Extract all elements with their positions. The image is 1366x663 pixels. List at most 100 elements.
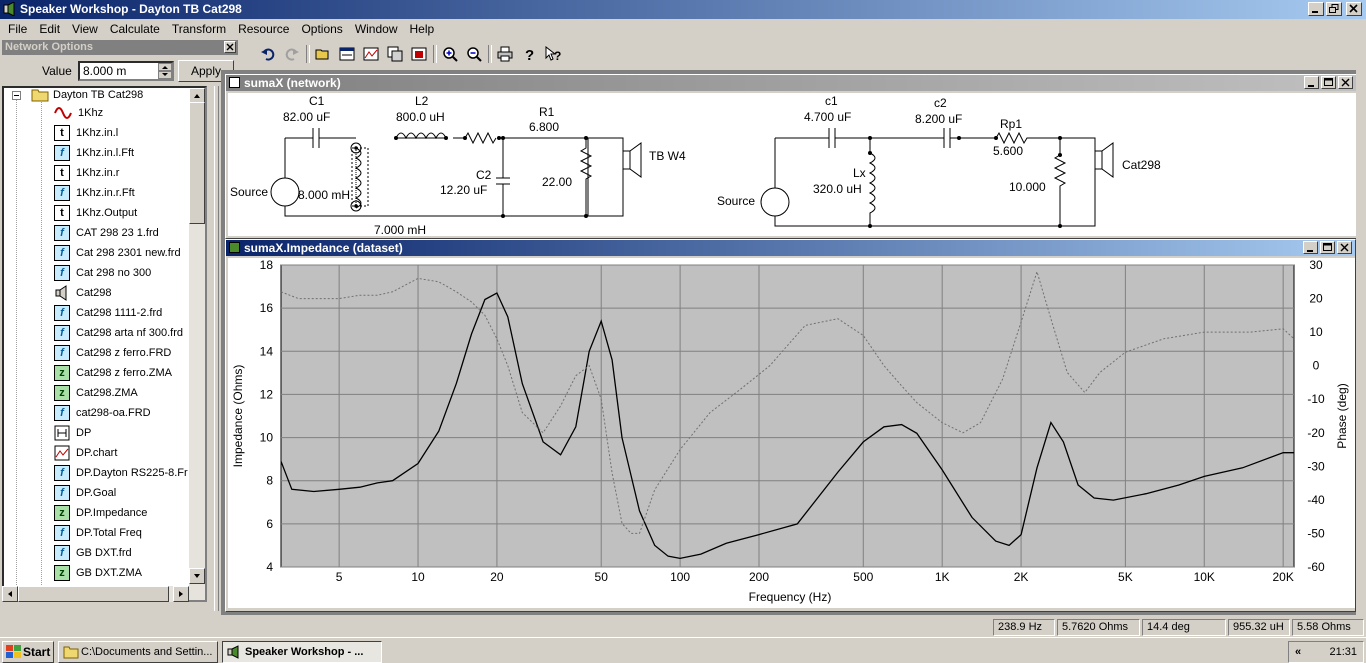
tree-item[interactable]: f CAT 298 23 1.frd bbox=[54, 224, 159, 242]
x-tick-label: 5 bbox=[336, 570, 343, 584]
tree-item-label: DP.chart bbox=[76, 447, 118, 459]
hscroll-thumb[interactable] bbox=[18, 586, 169, 602]
help-button[interactable]: ? bbox=[517, 43, 540, 65]
menu-view[interactable]: View bbox=[66, 22, 104, 36]
start-button[interactable]: Start bbox=[2, 641, 54, 663]
tree-item[interactable]: 1Khz bbox=[54, 104, 103, 122]
network-options-close-button[interactable] bbox=[224, 41, 236, 53]
tree-item-label: Cat298.ZMA bbox=[76, 387, 138, 399]
scroll-right-button[interactable] bbox=[173, 586, 189, 602]
chart-minimize-button[interactable] bbox=[1303, 241, 1318, 254]
tree-item[interactable]: f cat298-oa.FRD bbox=[54, 404, 151, 422]
undo-button[interactable] bbox=[256, 43, 279, 65]
menu-file[interactable]: File bbox=[2, 22, 33, 36]
svg-text:?: ? bbox=[525, 47, 534, 62]
impedance-chart-window: sumaX.Impedance (dataset) 5 10 20 50 100 200 5… bbox=[225, 239, 1356, 612]
right-c2-name: c2 bbox=[934, 96, 947, 110]
menu-transform[interactable]: Transform bbox=[166, 22, 232, 36]
tree-vertical-scrollbar[interactable] bbox=[189, 88, 205, 600]
restore-button[interactable] bbox=[1326, 2, 1342, 16]
tree-item[interactable]: f GB DXT.frd bbox=[54, 544, 132, 562]
impedance-chart[interactable]: 5 10 20 50 100 200 500 1K 2K 5K 10K 20K 46810121416… bbox=[228, 258, 1355, 608]
tree-item[interactable]: z Cat298.ZMA bbox=[54, 384, 138, 402]
right-lx-value: 320.0 uH bbox=[813, 182, 862, 196]
chart-maximize-button[interactable] bbox=[1320, 241, 1335, 254]
network-maximize-button[interactable] bbox=[1321, 76, 1336, 89]
plot-area bbox=[280, 264, 1295, 568]
tree-item[interactable]: f DP.Total Freq bbox=[54, 524, 142, 542]
network-close-button[interactable] bbox=[1338, 76, 1353, 89]
menu-options[interactable]: Options bbox=[295, 22, 348, 36]
taskbar-speaker-workshop-label: Speaker Workshop - ... bbox=[245, 646, 364, 658]
zoom-in-button[interactable] bbox=[438, 43, 461, 65]
network-minimize-button[interactable] bbox=[1304, 76, 1319, 89]
tree-item[interactable]: f DP.Dayton RS225-8.Fr bbox=[54, 464, 188, 482]
tree-item-label: Cat298 1111-2.frd bbox=[76, 307, 163, 319]
y-tick-label: 14 bbox=[260, 344, 274, 358]
network-view-button[interactable] bbox=[335, 43, 358, 65]
tree-item[interactable]: f 1Khz.in.l.Fft bbox=[54, 144, 134, 162]
menu-help[interactable]: Help bbox=[404, 22, 441, 36]
tree-item[interactable]: DP.chart bbox=[54, 444, 117, 462]
scroll-thumb[interactable] bbox=[189, 102, 205, 224]
tree-horizontal-scrollbar[interactable] bbox=[2, 586, 189, 602]
value-input[interactable]: 8.000 m bbox=[78, 61, 174, 81]
right-source-label: Source bbox=[717, 194, 755, 208]
tree-item[interactable]: t 1Khz.Output bbox=[54, 204, 137, 222]
menu-resource[interactable]: Resource bbox=[232, 22, 295, 36]
status-impedance: 5.7620 Ohms bbox=[1057, 619, 1140, 636]
tree-item[interactable]: DP bbox=[54, 424, 91, 442]
chart-window-titlebar[interactable]: sumaX.Impedance (dataset) bbox=[226, 240, 1355, 256]
open-button[interactable] bbox=[311, 43, 334, 65]
x-tick-label: 20 bbox=[490, 570, 504, 584]
network-window-titlebar[interactable]: sumaX (network) bbox=[226, 75, 1356, 91]
tree-item[interactable]: t 1Khz.in.r bbox=[54, 164, 119, 182]
copy-view-button[interactable] bbox=[383, 43, 406, 65]
spinner-icon[interactable] bbox=[158, 63, 172, 79]
tree-item[interactable]: z Cat298 z ferro.ZMA bbox=[54, 364, 172, 382]
tree-item-label: Cat298 z ferro.FRD bbox=[76, 347, 172, 359]
context-help-button[interactable]: ? bbox=[541, 43, 564, 65]
tree-item[interactable]: f Cat298 1111-2.frd bbox=[54, 304, 162, 322]
tree-item[interactable]: z DP.Impedance bbox=[54, 504, 147, 522]
taskbar-speaker-workshop[interactable]: Speaker Workshop - ... bbox=[222, 641, 382, 663]
menu-calculate[interactable]: Calculate bbox=[104, 22, 166, 36]
speaker-icon bbox=[227, 645, 239, 659]
tree-item[interactable]: f Cat298 z ferro.FRD bbox=[54, 344, 171, 362]
chart-close-button[interactable] bbox=[1337, 241, 1352, 254]
folder-icon bbox=[63, 646, 79, 659]
tree-item[interactable]: f DP.Goal bbox=[54, 484, 116, 502]
undo-icon bbox=[260, 48, 274, 61]
redo-button[interactable] bbox=[280, 43, 303, 65]
taskbar: Start C:\Documents and Settin... Speaker… bbox=[0, 637, 1366, 663]
minimize-button[interactable] bbox=[1308, 2, 1324, 16]
close-button[interactable] bbox=[1346, 2, 1362, 16]
network-window: sumaX (network) C1 82.00 uF L2 800.0 uH … bbox=[225, 74, 1357, 239]
tree-item[interactable]: Cat298 bbox=[54, 284, 111, 302]
chart-view-button[interactable] bbox=[359, 43, 382, 65]
menu-edit[interactable]: Edit bbox=[33, 22, 66, 36]
zoom-out-icon bbox=[466, 47, 482, 62]
mdi-scrollbar[interactable] bbox=[1356, 70, 1366, 615]
tree-item[interactable]: f Cat 298 no 300 bbox=[54, 264, 151, 282]
collapse-icon[interactable] bbox=[12, 90, 21, 100]
tray-expand-icon[interactable]: « bbox=[1295, 642, 1301, 662]
taskbar-explorer[interactable]: C:\Documents and Settin... bbox=[58, 641, 218, 663]
impedance-file-icon: z bbox=[54, 505, 70, 521]
delete-button[interactable] bbox=[407, 43, 430, 65]
print-button[interactable] bbox=[493, 43, 516, 65]
zoom-out-button[interactable] bbox=[462, 43, 485, 65]
tree-item[interactable]: z GB DXT.ZMA bbox=[54, 564, 142, 582]
tree-item-label: DP bbox=[76, 427, 92, 439]
scroll-down-button[interactable] bbox=[189, 568, 205, 584]
x-tick-label: 10 bbox=[411, 570, 425, 584]
scroll-left-button[interactable] bbox=[2, 586, 18, 602]
tree-item[interactable]: t 1Khz.in.l bbox=[54, 124, 118, 142]
tree-item[interactable]: f 1Khz.in.r.Fft bbox=[54, 184, 135, 202]
tree-item[interactable]: f Cat 298 2301 new.frd bbox=[54, 244, 181, 262]
menu-window[interactable]: Window bbox=[349, 22, 404, 36]
tree-item[interactable]: f Cat298 arta nf 300.frd bbox=[54, 324, 183, 342]
right-lx-name: Lx bbox=[853, 166, 866, 180]
tree-item-label: 1Khz.in.r.Fft bbox=[76, 187, 135, 199]
pane-splitter[interactable] bbox=[214, 86, 219, 611]
